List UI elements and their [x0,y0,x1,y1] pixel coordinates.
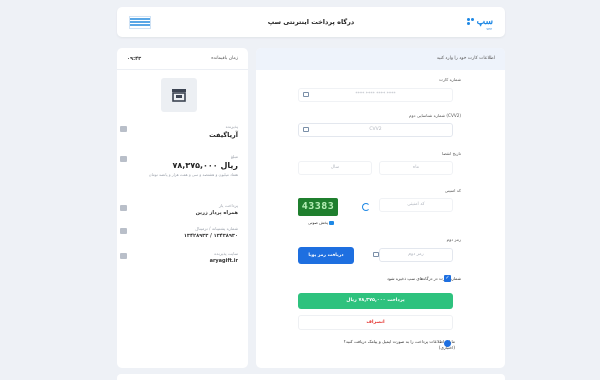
terminal-label: شماره پشتیبانه / ترمینال [195,226,238,231]
site-label: سایت پذیرنده [214,251,238,256]
timer-label: زمان باقیمانده [211,56,238,61]
lock-icon [373,252,379,257]
site-value: aryagift.ir [209,258,238,264]
otp-input[interactable]: رمز دوم [379,248,453,262]
payer-icon [120,205,127,211]
card-number-label: شماره کارت [439,77,461,82]
merchant-name: آریاگیفت [209,131,238,139]
captcha-label: کد امنیتی [444,188,461,193]
terminal-icon [120,228,127,234]
merchant-logo [161,78,197,112]
captcha-image: 43383 [298,198,338,216]
speaker-icon [328,221,334,225]
form-heading: اطلاعات کارت خود را وارد کنید [436,56,495,61]
card-form: اطلاعات کارت خود را وارد کنید شماره کارت… [256,48,505,368]
get-dynamic-password-button[interactable]: دریافت رمز پویا [298,247,354,264]
expiry-label: تاریخ انقضا [441,151,461,156]
cvv-label: شماره شناسایی دوم (CVV2) [409,113,461,118]
merchant-panel: زمان باقیمانده ۰۹:۴۳ پذیرنده آریاگیفت مب… [117,48,248,368]
timer-bar: زمان باقیمانده ۰۹:۴۳ [117,48,248,70]
add-email-icon[interactable] [444,340,451,347]
audio-captcha-button[interactable]: پخش صوتی [308,220,334,225]
audio-label: پخش صوتی [308,220,328,225]
terminal-value: ۱۳۴۲۸۹۳۳ / ۱۳۴۳۸۹۳۰ [183,233,238,239]
terminal-info: شماره پشتیبانه / ترمینال ۱۳۴۲۸۹۳۳ / ۱۳۴۳… [120,226,238,239]
expiry-month-input[interactable]: ماه [379,161,453,175]
save-card-checkbox[interactable]: ✓ [444,275,451,282]
site-info: سایت پذیرنده aryagift.ir [120,251,238,264]
payer-label: پرداخت یار [219,203,238,208]
amount-label: مبلغ [230,154,238,159]
amount-in-words: هفتاد میلیون و هشتصد و سی و هفت هزار و پ… [148,172,238,177]
timer-value: ۰۹:۴۳ [127,56,142,62]
payer-value: همراه پرداز زرین [195,210,238,216]
cvv-card-icon [303,127,309,132]
flag-icon [129,16,151,29]
email-receipt-question: مایلید اطلاعات پرداخت را به صورت ایمیل و… [343,339,455,351]
refresh-captcha-icon[interactable] [362,203,370,211]
sep-logo: سپ SEP [467,15,493,31]
header: درگاه پرداخت اینترنتی سپ سپ SEP [117,7,505,37]
otp-label: رمز دوم [446,237,461,242]
store-icon [172,89,186,102]
cancel-button[interactable]: انصراف [298,315,453,330]
card-number-input[interactable]: **** **** **** **** [298,88,453,102]
globe-icon [120,253,127,259]
footer [117,374,505,380]
logo-subtext: SEP [486,27,492,31]
merchant-icon [120,126,127,132]
amount-info: مبلغ ۷۸,۳۷۵,۰۰۰ ریال هفتاد میلیون و هشتص… [120,154,239,177]
merchant-label: پذیرنده [225,124,238,129]
merchant-info: پذیرنده آریاگیفت [120,124,238,139]
form-heading-bar: اطلاعات کارت خود را وارد کنید [256,48,505,70]
page-title: درگاه پرداخت اینترنتی سپ [267,18,355,26]
logo-text: سپ [476,17,493,27]
captcha-input[interactable]: کد امنیتی [379,198,453,212]
amount-icon [120,156,127,162]
pay-button[interactable]: پرداخت ۷۸,۳۷۵,۰۰۰ ریال [298,293,453,309]
amount-value: ۷۸,۳۷۵,۰۰۰ ریال [172,161,239,170]
cvv-input[interactable]: CVV2 [298,123,453,137]
expiry-year-input[interactable]: سال [298,161,372,175]
card-icon [303,92,309,97]
payer-info: پرداخت یار همراه پرداز زرین [120,203,238,216]
